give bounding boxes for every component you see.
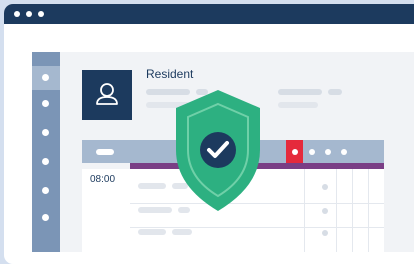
grid-dot — [322, 208, 328, 214]
header-dot[interactable] — [325, 149, 331, 155]
sidebar — [32, 52, 60, 252]
alert-marker[interactable] — [286, 140, 303, 163]
slot-placeholder[interactable] — [138, 183, 166, 189]
window-control-dot[interactable] — [26, 11, 32, 17]
sidebar-item[interactable] — [42, 129, 49, 136]
slot-placeholder[interactable] — [138, 229, 166, 235]
window-control-dot[interactable] — [38, 11, 44, 17]
sidebar-item[interactable] — [42, 158, 49, 165]
grid-dot — [322, 230, 328, 236]
resident-name: Resident — [146, 67, 194, 81]
detail-placeholder — [278, 89, 322, 95]
title-bar — [4, 4, 414, 24]
person-icon — [82, 70, 132, 120]
grid-dot — [322, 184, 328, 190]
window-control-dot[interactable] — [14, 11, 20, 17]
detail-placeholder — [328, 89, 342, 95]
header-dot[interactable] — [341, 149, 347, 155]
detail-placeholder — [278, 102, 318, 108]
schedule-tab[interactable] — [96, 149, 114, 155]
sidebar-item[interactable] — [42, 100, 49, 107]
shield-check-icon — [176, 90, 260, 211]
sidebar-item[interactable] — [42, 187, 49, 194]
header-dot[interactable] — [309, 149, 315, 155]
slot-placeholder[interactable] — [172, 229, 192, 235]
sidebar-item[interactable] — [42, 214, 49, 221]
sidebar-item[interactable] — [42, 74, 49, 81]
slot-placeholder[interactable] — [138, 207, 172, 213]
time-label: 08:00 — [90, 174, 116, 185]
